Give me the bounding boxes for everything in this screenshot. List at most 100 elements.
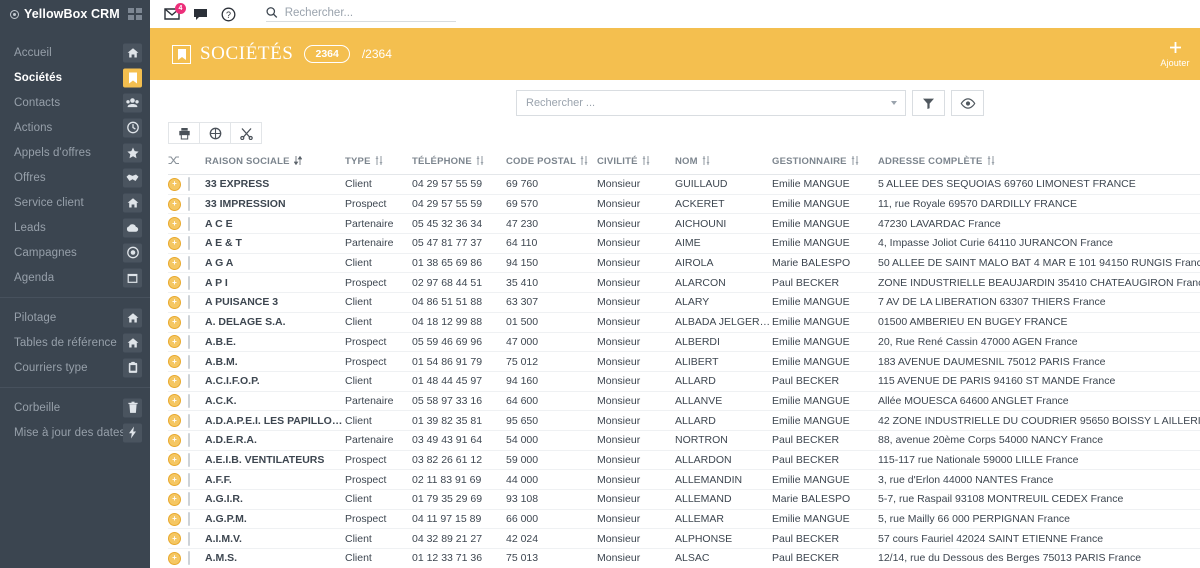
row-action-icon[interactable]: + <box>168 355 181 369</box>
cloud-icon[interactable] <box>123 218 142 237</box>
global-search-input[interactable] <box>284 6 456 19</box>
row-expand-cell[interactable]: + <box>168 391 188 412</box>
clock-icon[interactable] <box>123 118 142 137</box>
table-row[interactable]: +33 EXPRESS Client 04 29 57 55 59 69 760 Mon… <box>168 174 1200 195</box>
row-checkbox-cell[interactable] <box>188 292 205 313</box>
row-expand-cell[interactable]: + <box>168 213 188 235</box>
table-row[interactable]: + A.B.E. Prospect 05 59 46 69 96 47 000 Monsi… <box>168 332 1200 353</box>
row-checkbox-cell[interactable] <box>188 213 205 235</box>
row-expand-cell[interactable]: + <box>168 351 188 372</box>
row-action-icon[interactable]: + <box>168 217 181 231</box>
row-checkbox[interactable] <box>188 354 190 369</box>
row-expand-cell[interactable]: + <box>168 410 188 431</box>
row-checkbox-cell[interactable] <box>188 253 205 274</box>
row-action-icon[interactable]: + <box>168 453 181 467</box>
row-checkbox[interactable] <box>188 531 190 546</box>
table-row[interactable]: + A.B.M. Prospect 01 54 86 91 79 75 012 Monsi… <box>168 351 1200 372</box>
tools-button[interactable] <box>230 122 262 144</box>
table-row[interactable]: + A.C.I.F.O.P. Client 01 48 44 45 97 94 160 M… <box>168 371 1200 392</box>
handshake-icon[interactable] <box>123 168 142 187</box>
home-icon[interactable] <box>123 43 142 62</box>
row-checkbox[interactable] <box>188 236 190 251</box>
row-checkbox[interactable] <box>188 551 190 566</box>
users-icon[interactable] <box>123 93 142 112</box>
row-checkbox[interactable] <box>188 452 190 467</box>
calendar-icon[interactable] <box>123 268 142 287</box>
row-expand-cell[interactable]: + <box>168 548 188 568</box>
row-checkbox[interactable] <box>188 492 190 507</box>
table-row[interactable]: + A.C.K. Partenaire 05 58 97 33 16 64 600 Mon… <box>168 391 1200 412</box>
row-expand-cell[interactable]: + <box>168 430 188 451</box>
sidebar-item-agenda[interactable]: Agenda <box>0 265 150 290</box>
th-gestionnaire[interactable]: GESTIONNAIRE <box>772 151 878 175</box>
sidebar-item-contacts[interactable]: Contacts <box>0 90 150 115</box>
row-checkbox-cell[interactable] <box>188 410 205 431</box>
chat-icon[interactable] <box>193 8 208 21</box>
row-action-icon[interactable]: + <box>168 295 181 309</box>
megaphone-icon[interactable] <box>123 243 142 262</box>
list-search-input[interactable] <box>526 97 887 109</box>
row-checkbox[interactable] <box>188 315 190 330</box>
table-row[interactable]: + A.E.I.B. VENTILATEURS Prospect 03 82 26 6… <box>168 450 1200 471</box>
row-action-icon[interactable]: + <box>168 394 181 408</box>
th-code-postal[interactable]: CODE POSTAL <box>506 151 597 175</box>
sidebar-item-soci-t-s[interactable]: Sociétés <box>0 65 150 90</box>
row-checkbox-cell[interactable] <box>188 528 205 550</box>
table-row[interactable]: + A.M.S. Client 01 12 33 71 36 75 013 Monsieu… <box>168 548 1200 568</box>
row-action-icon[interactable]: + <box>168 197 181 211</box>
row-checkbox[interactable] <box>188 334 190 349</box>
table-row[interactable]: + A C E Partenaire 05 45 32 36 34 47 230 Mons… <box>168 213 1200 235</box>
trash-icon[interactable] <box>123 398 142 417</box>
row-action-icon[interactable]: + <box>168 433 181 447</box>
filter-button[interactable] <box>912 90 945 116</box>
sidebar-item-mise-jour-des-dates[interactable]: Mise à jour des dates <box>0 420 150 445</box>
table-row[interactable]: + A.F.F. Prospect 02 11 83 91 69 44 000 Monsi… <box>168 469 1200 490</box>
row-checkbox[interactable] <box>188 413 190 428</box>
row-action-icon[interactable]: + <box>168 276 181 290</box>
row-checkbox[interactable] <box>188 275 190 290</box>
th-adresse[interactable]: ADRESSE COMPLÈTE <box>878 151 1200 175</box>
sidebar-item-accueil[interactable]: Accueil <box>0 40 150 65</box>
table-row[interactable]: + A P I Prospect 02 97 68 44 51 35 410 Monsie… <box>168 272 1200 294</box>
star-icon[interactable] <box>123 143 142 162</box>
table-row[interactable]: + A.I.M.V. Client 04 32 89 21 27 42 024 Monsi… <box>168 528 1200 550</box>
row-action-icon[interactable]: + <box>168 374 181 388</box>
row-expand-cell[interactable]: + <box>168 450 188 471</box>
row-checkbox[interactable] <box>188 177 190 192</box>
bolt-icon[interactable] <box>123 423 142 442</box>
list-search-field[interactable] <box>516 90 906 116</box>
home-icon[interactable] <box>123 193 142 212</box>
global-search[interactable] <box>266 6 456 22</box>
row-expand-cell[interactable]: + <box>168 332 188 353</box>
grid-menu-icon[interactable] <box>128 8 142 20</box>
table-row[interactable]: + A.G.P.M. Prospect 04 11 97 15 89 66 000 Mon… <box>168 509 1200 530</box>
row-expand-cell[interactable]: + <box>168 371 188 392</box>
row-action-icon[interactable]: + <box>168 414 181 428</box>
table-row[interactable]: + A.G.I.R. Client 01 79 35 29 69 93 108 Monsi… <box>168 489 1200 510</box>
row-checkbox-cell[interactable] <box>188 450 205 471</box>
row-action-icon[interactable]: + <box>168 315 181 329</box>
row-action-icon[interactable]: + <box>168 512 181 526</box>
th-select[interactable] <box>168 151 188 175</box>
sidebar-item-offres[interactable]: Offres <box>0 165 150 190</box>
row-checkbox-cell[interactable] <box>188 272 205 294</box>
row-checkbox[interactable] <box>188 374 190 389</box>
row-checkbox-cell[interactable] <box>188 489 205 510</box>
row-expand-cell[interactable]: + <box>168 194 188 215</box>
sidebar-item-actions[interactable]: Actions <box>0 115 150 140</box>
sidebar-item-appels-d-offres[interactable]: Appels d'offres <box>0 140 150 165</box>
row-expand-cell[interactable]: + <box>168 253 188 274</box>
row-checkbox-cell[interactable] <box>188 371 205 392</box>
refresh-button[interactable] <box>199 122 231 144</box>
sidebar-item-pilotage[interactable]: Pilotage <box>0 305 150 330</box>
add-button[interactable]: Ajouter <box>1144 40 1200 68</box>
row-action-icon[interactable]: + <box>168 256 181 270</box>
row-checkbox[interactable] <box>188 512 190 527</box>
row-action-icon[interactable]: + <box>168 492 181 506</box>
table-row[interactable]: + A E & T Partenaire 05 47 81 77 37 64 110 Mo… <box>168 233 1200 254</box>
view-button[interactable] <box>951 90 984 116</box>
mail-icon[interactable]: 4 <box>164 3 186 20</box>
row-checkbox[interactable] <box>188 393 190 408</box>
row-checkbox[interactable] <box>188 256 190 271</box>
row-expand-cell[interactable]: + <box>168 272 188 294</box>
